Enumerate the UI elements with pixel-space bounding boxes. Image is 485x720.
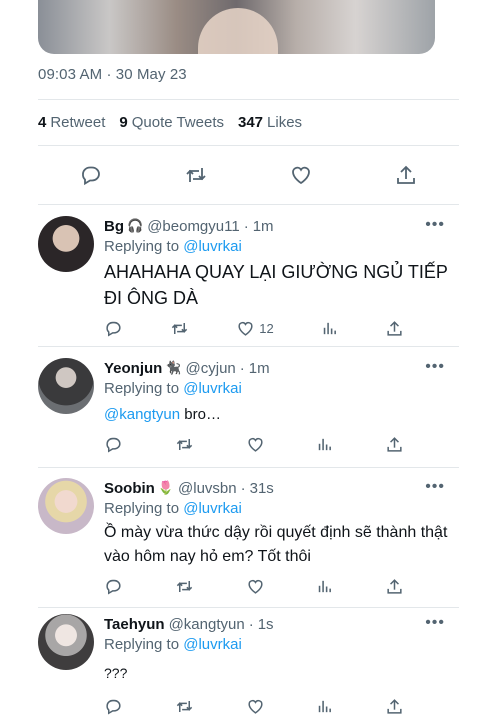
divider bbox=[38, 145, 459, 146]
avatar[interactable] bbox=[38, 478, 94, 534]
display-name[interactable]: Bg bbox=[104, 218, 124, 235]
headphones-icon: 🎧 bbox=[127, 218, 144, 233]
separator-dot: · bbox=[243, 217, 249, 235]
display-name[interactable]: Soobin bbox=[104, 480, 155, 497]
divider bbox=[38, 204, 459, 205]
replying-to: Replying to @luvrkai bbox=[104, 238, 242, 255]
reply-tweet[interactable]: Bg 🎧 @beomgyu11 · 1m ••• Replying to @lu… bbox=[38, 216, 459, 344]
retweet-icon[interactable] bbox=[184, 163, 208, 187]
retweet-icon[interactable] bbox=[170, 319, 189, 338]
reply-icon[interactable] bbox=[104, 577, 123, 596]
analytics-icon[interactable] bbox=[321, 320, 338, 337]
tweet-stats: 4 Retweet 9 Quote Tweets 347 Likes bbox=[38, 114, 302, 131]
reply-actions: 12 bbox=[104, 317, 404, 339]
reply-icon[interactable] bbox=[79, 163, 103, 187]
mention-link[interactable]: @luvrkai bbox=[183, 636, 242, 653]
mention-link[interactable]: @kangtyun bbox=[104, 406, 180, 423]
heart-icon[interactable] bbox=[246, 577, 265, 596]
avatar[interactable] bbox=[38, 216, 94, 272]
share-icon[interactable] bbox=[385, 319, 404, 338]
reply-tweet[interactable]: Taehyun @kangtyun · 1s ••• Replying to @… bbox=[38, 614, 459, 720]
timestamp[interactable]: 1s bbox=[258, 616, 274, 633]
replying-to: Replying to @luvrkai bbox=[104, 500, 242, 517]
share-icon[interactable] bbox=[385, 435, 404, 454]
retweet-icon[interactable] bbox=[175, 697, 194, 716]
black-cat-icon: 🐈‍⬛ bbox=[165, 360, 182, 375]
reply-actions bbox=[104, 433, 404, 455]
reply-tweet[interactable]: Yeonjun 🐈‍⬛ @cyjun · 1m ••• Replying to … bbox=[38, 358, 459, 462]
handle[interactable]: @cyjun bbox=[186, 360, 236, 377]
retweet-icon[interactable] bbox=[175, 577, 194, 596]
share-icon[interactable] bbox=[394, 163, 418, 187]
tweet-actions bbox=[38, 158, 459, 192]
tweet-text: @kangtyun bro… bbox=[104, 406, 221, 423]
separator-dot: · bbox=[240, 479, 246, 497]
heart-icon[interactable] bbox=[246, 435, 265, 454]
timestamp[interactable]: 1m bbox=[249, 360, 270, 377]
reply-actions bbox=[104, 575, 404, 597]
tweet-text: ??? bbox=[104, 665, 128, 681]
heart-icon[interactable] bbox=[289, 163, 313, 187]
display-name[interactable]: Taehyun bbox=[104, 616, 165, 633]
reply-icon[interactable] bbox=[104, 319, 123, 338]
tulip-icon: 🌷 bbox=[157, 480, 175, 495]
avatar[interactable] bbox=[38, 358, 94, 414]
display-name[interactable]: Yeonjun bbox=[104, 360, 162, 377]
heart-icon[interactable] bbox=[246, 697, 265, 716]
like-count: 12 bbox=[259, 320, 274, 336]
handle[interactable]: @kangtyun bbox=[169, 616, 245, 633]
mention-link[interactable]: @luvrkai bbox=[183, 238, 242, 255]
tweet-text: AHAHAHA QUAY LẠI GIƯỜNG NGỦ TIẾP ĐI ÔNG … bbox=[104, 262, 448, 308]
handle[interactable]: @luvsbn bbox=[178, 480, 237, 497]
tweet-timestamp: 09:03 AM · 30 May 23 bbox=[38, 66, 187, 83]
tweet-text: Ồ mày vừa thức dậy rồi quyết định sẽ thà… bbox=[104, 524, 448, 565]
separator-dot: · bbox=[248, 615, 254, 633]
analytics-icon[interactable] bbox=[316, 436, 333, 453]
share-icon[interactable] bbox=[385, 697, 404, 716]
divider bbox=[38, 467, 459, 468]
more-icon[interactable]: ••• bbox=[425, 216, 445, 234]
retweets-stat[interactable]: 4 Retweet bbox=[38, 114, 105, 131]
heart-icon[interactable]: 12 bbox=[236, 319, 274, 338]
retweet-icon[interactable] bbox=[175, 435, 194, 454]
likes-stat[interactable]: 347 Likes bbox=[238, 114, 302, 131]
analytics-icon[interactable] bbox=[316, 698, 333, 715]
timestamp[interactable]: 1m bbox=[253, 218, 274, 235]
more-icon[interactable]: ••• bbox=[425, 614, 445, 632]
image-content bbox=[198, 8, 278, 54]
divider bbox=[38, 346, 459, 347]
mention-link[interactable]: @luvrkai bbox=[183, 380, 242, 397]
replying-to: Replying to @luvrkai bbox=[104, 380, 242, 397]
divider bbox=[38, 99, 459, 100]
tweet-image[interactable] bbox=[38, 0, 435, 54]
replying-to: Replying to @luvrkai bbox=[104, 636, 242, 653]
avatar[interactable] bbox=[38, 614, 94, 670]
share-icon[interactable] bbox=[385, 577, 404, 596]
handle[interactable]: @beomgyu11 bbox=[147, 218, 240, 235]
reply-icon[interactable] bbox=[104, 697, 123, 716]
timestamp[interactable]: 31s bbox=[250, 480, 274, 497]
quote-tweets-stat[interactable]: 9 Quote Tweets bbox=[119, 114, 224, 131]
separator-dot: · bbox=[239, 359, 245, 377]
divider bbox=[38, 607, 459, 608]
mention-link[interactable]: @luvrkai bbox=[183, 500, 242, 517]
more-icon[interactable]: ••• bbox=[425, 358, 445, 376]
reply-icon[interactable] bbox=[104, 435, 123, 454]
reply-actions bbox=[104, 695, 404, 717]
reply-tweet[interactable]: Soobin 🌷 @luvsbn · 31s ••• Replying to @… bbox=[38, 478, 459, 602]
more-icon[interactable]: ••• bbox=[425, 478, 445, 496]
analytics-icon[interactable] bbox=[316, 578, 333, 595]
